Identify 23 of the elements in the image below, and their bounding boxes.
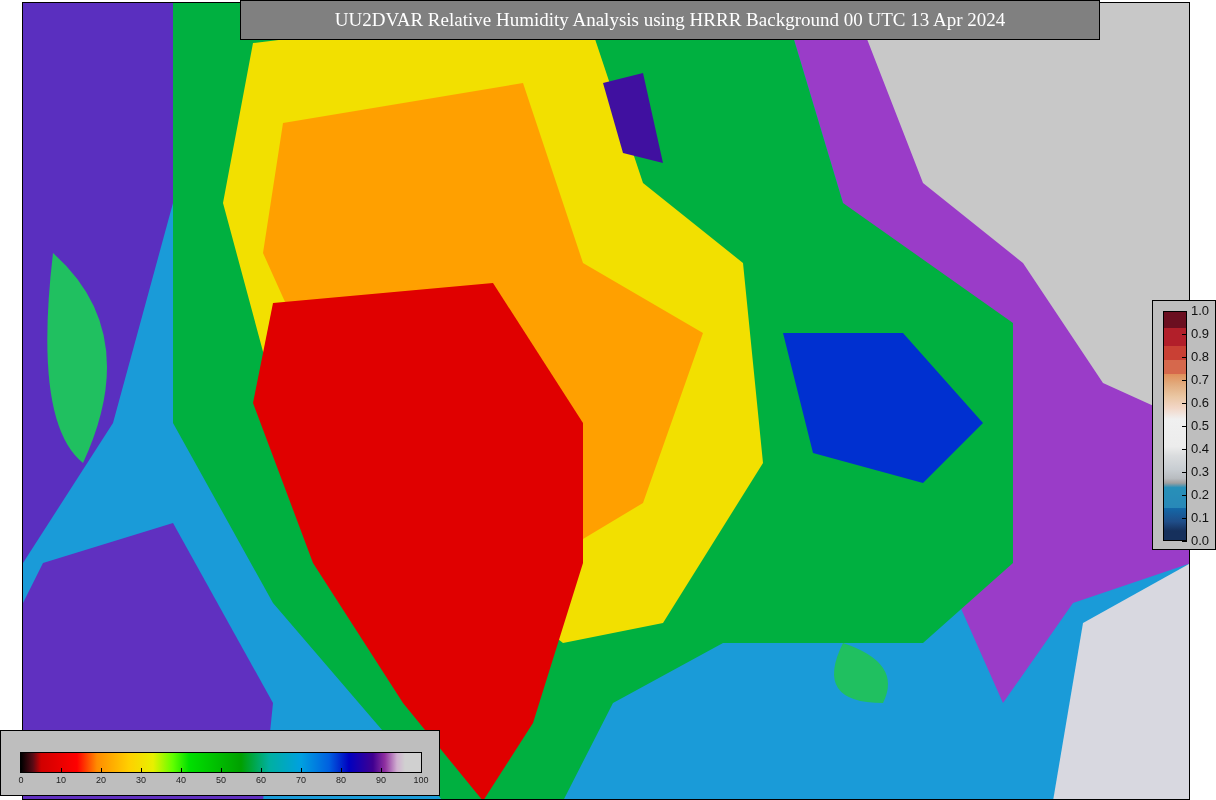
tick-label: 0.2 bbox=[1191, 488, 1210, 502]
tick-label: 0.0 bbox=[1191, 534, 1210, 548]
tick-label: 50 bbox=[216, 775, 226, 785]
tick-label: 0.6 bbox=[1191, 396, 1210, 410]
tick-label: 0.5 bbox=[1191, 419, 1210, 433]
tick-label: 1.0 bbox=[1191, 304, 1210, 318]
tick-label: 80 bbox=[336, 775, 346, 785]
tick-label: 0.9 bbox=[1191, 327, 1210, 341]
map-title: UU2DVAR Relative Humidity Analysis using HRRR Background 00 UTC 13 Apr 2024 bbox=[240, 0, 1100, 40]
tick-label: 90 bbox=[376, 775, 386, 785]
tick-label: 0.8 bbox=[1191, 350, 1210, 364]
tick-label: 100 bbox=[413, 775, 429, 785]
tick-label: 70 bbox=[296, 775, 306, 785]
tick-label: 40 bbox=[176, 775, 186, 785]
tick-label: 10 bbox=[56, 775, 66, 785]
tick-label: 60 bbox=[256, 775, 266, 785]
tick-label: 20 bbox=[96, 775, 106, 785]
tick-label: 0 bbox=[18, 775, 24, 785]
tick-label: 0.7 bbox=[1191, 373, 1210, 387]
tick-label: 0.3 bbox=[1191, 465, 1210, 479]
tick-label: 30 bbox=[136, 775, 146, 785]
tick-label: 0.4 bbox=[1191, 442, 1210, 456]
tick-label: 0.1 bbox=[1191, 511, 1210, 525]
